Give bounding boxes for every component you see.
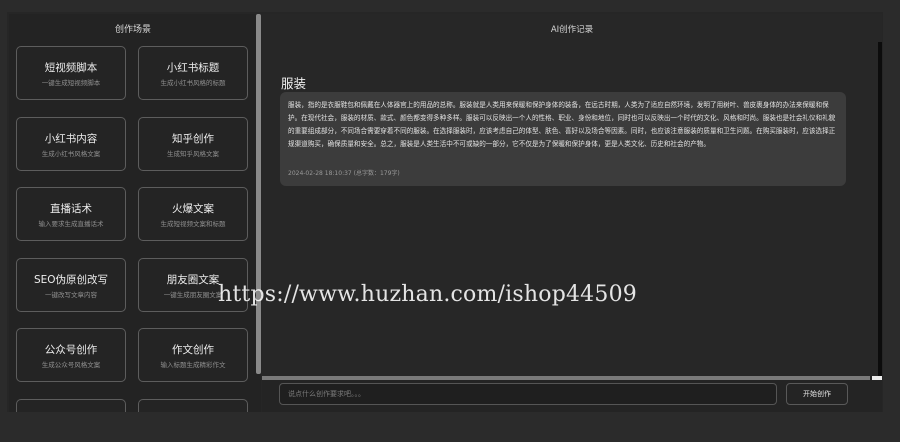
scene-card[interactable] bbox=[138, 398, 248, 412]
scene-card[interactable]: 公众号创作生成公众号风格文案 bbox=[16, 328, 126, 382]
scene-card[interactable]: 短视频脚本一键生成短视频脚本 bbox=[16, 46, 126, 100]
scene-card-subtitle: 生成公众号风格文案 bbox=[41, 361, 101, 369]
scene-card-subtitle: 生成知乎风格文案 bbox=[167, 149, 219, 158]
scene-card-title: SEO伪原创改写 bbox=[33, 273, 109, 286]
scene-card-title: 公众号创作 bbox=[44, 344, 98, 356]
record-title: 服装 bbox=[281, 76, 307, 91]
record-panel: AI创作记录 bbox=[262, 14, 882, 376]
scene-card[interactable]: 火爆文案生成短视频文案和标题 bbox=[138, 187, 248, 241]
scene-panel: 创作场景 短视频脚本 一键生成短视频脚本 小红书标题 生成小红书风格的标题 小红书内容生… bbox=[9, 14, 261, 412]
scene-card[interactable]: 小红书标题生成小红书风格的标题 bbox=[138, 46, 248, 100]
scene-card[interactable]: 小红书内容生成小红书风格文案 bbox=[16, 116, 126, 171]
scene-card-title: 短视频脚本 bbox=[44, 62, 98, 74]
record-panel-scrollbar[interactable] bbox=[878, 42, 882, 378]
record-bubble: 服装，指的是衣服鞋包和佩戴在人体器官上的用品的总称。服装就是人类用来保暖和保护身… bbox=[280, 92, 846, 186]
record-meta: 2024-02-28 18:10:37 (总字数：179字) bbox=[288, 170, 400, 177]
start-create-button[interactable]: 开始创作 bbox=[786, 383, 848, 405]
scene-card-title: 直播话术 bbox=[50, 203, 92, 215]
scene-card-subtitle: 生成小红书风格的标题 bbox=[160, 79, 226, 87]
scene-card-subtitle: 生成短视频文案和标题 bbox=[160, 220, 226, 228]
record-text: 服装，指的是衣服鞋包和佩戴在人体器官上的用品的总称。服装就是人类用来保暖和保护身… bbox=[288, 101, 836, 148]
scene-card[interactable]: 直播话术输入要求生成直播话术 bbox=[16, 187, 126, 241]
scene-card-title: 知乎创作 bbox=[172, 132, 214, 145]
scene-card[interactable]: 知乎创作生成知乎风格文案 bbox=[138, 116, 248, 171]
record-panel-title: AI创作记录 bbox=[550, 25, 594, 35]
scene-card-subtitle: 输入标题生成精彩作文 bbox=[160, 361, 226, 369]
scene-card-subtitle: 一键生成朋友圈文案 bbox=[163, 290, 223, 299]
scene-card-title: 作文创作 bbox=[172, 344, 214, 356]
scene-panel-scrollbar[interactable] bbox=[256, 14, 261, 374]
scene-card[interactable]: 朋友圈文案一键生成朋友圈文案 bbox=[138, 257, 248, 312]
scene-card-subtitle: 一键改写文章内容 bbox=[45, 290, 97, 299]
scene-card-subtitle: 生成小红书风格文案 bbox=[41, 149, 101, 158]
scene-card-subtitle: 一键生成短视频脚本 bbox=[41, 79, 101, 87]
scene-card[interactable]: SEO伪原创改写一键改写文章内容 bbox=[16, 257, 126, 312]
scene-card[interactable] bbox=[16, 398, 126, 412]
scene-card[interactable]: 作文创作输入标题生成精彩作文 bbox=[138, 328, 248, 382]
scene-card-title: 火爆文案 bbox=[172, 203, 214, 215]
scene-card-title: 小红书内容 bbox=[44, 132, 98, 145]
scene-card-title: 小红书标题 bbox=[166, 62, 220, 74]
scene-card-subtitle: 输入要求生成直播话术 bbox=[38, 220, 104, 228]
prompt-input[interactable] bbox=[279, 383, 777, 405]
scene-card-title: 朋友圈文案 bbox=[166, 273, 220, 286]
scene-card-list: 短视频脚本 一键生成短视频脚本 小红书标题 生成小红书风格的标题 小红书内容 生成小红书风… bbox=[9, 14, 257, 412]
